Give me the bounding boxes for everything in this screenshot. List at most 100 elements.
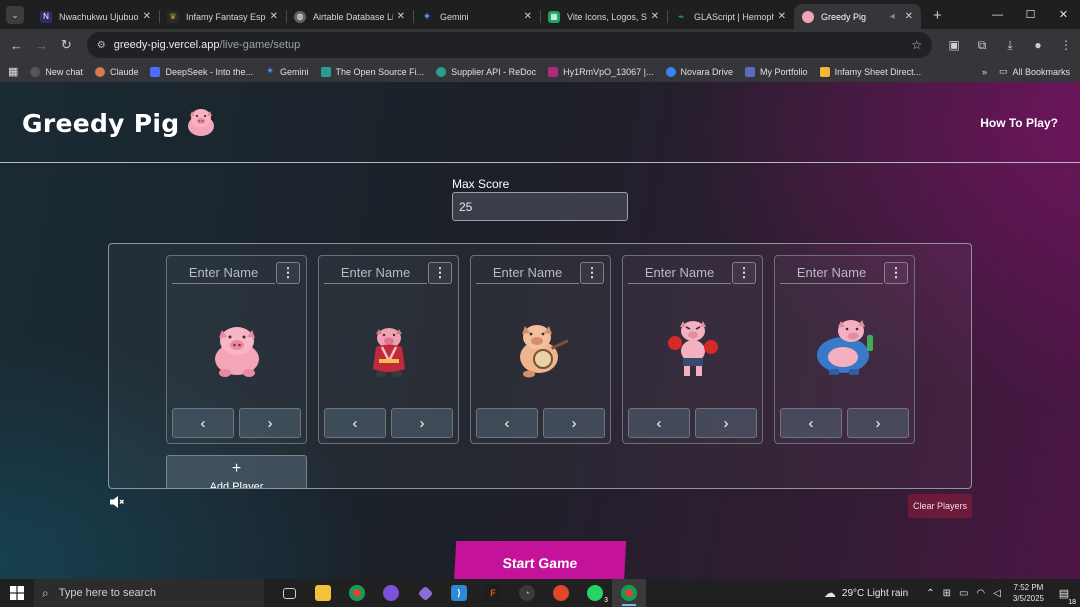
- whatsapp-icon[interactable]: 3: [578, 579, 612, 607]
- previous-avatar-button[interactable]: ‹: [324, 408, 386, 438]
- bookmark-item[interactable]: My Portfolio: [745, 66, 808, 77]
- system-tray: ⌃ ⊞ ▭ ◠ ◁: [922, 588, 1005, 599]
- previous-avatar-button[interactable]: ‹: [476, 408, 538, 438]
- openai-icon: [30, 66, 41, 77]
- notifications-icon[interactable]: ▤ 18: [1054, 587, 1076, 606]
- bookmark-star-icon[interactable]: ☆: [911, 38, 922, 52]
- weather-widget[interactable]: ☁ 29°C Light rain: [824, 586, 908, 600]
- bookmark-item[interactable]: The Open Source Fi...: [320, 66, 424, 77]
- close-tab-icon[interactable]: ✕: [397, 11, 405, 22]
- taskbar-search-box[interactable]: ⌕ Type here to search: [34, 579, 264, 607]
- site-info-icon[interactable]: ⚙: [97, 40, 106, 51]
- address-bar[interactable]: ⚙ greedy-pig.vercel.app/live-game/setup …: [86, 32, 933, 58]
- close-tab-icon[interactable]: ✕: [778, 11, 786, 22]
- close-tab-icon[interactable]: ✕: [651, 11, 659, 22]
- player-menu-button[interactable]: ⋮: [276, 262, 300, 284]
- next-avatar-button[interactable]: ›: [239, 408, 301, 438]
- windows-start-button[interactable]: [0, 579, 34, 607]
- bookmark-item[interactable]: New chat: [30, 66, 83, 77]
- previous-avatar-button[interactable]: ‹: [780, 408, 842, 438]
- apps-grid-icon[interactable]: ▦: [8, 65, 18, 78]
- close-window-icon[interactable]: ✕: [1047, 0, 1080, 29]
- figma-icon[interactable]: F: [476, 579, 510, 607]
- mute-tab-icon[interactable]: ◂: [890, 11, 895, 22]
- all-bookmarks-button[interactable]: ▭ All Bookmarks: [999, 66, 1070, 77]
- start-game-button[interactable]: Start Game: [453, 541, 627, 579]
- previous-avatar-button[interactable]: ‹: [172, 408, 234, 438]
- player-menu-button[interactable]: ⋮: [580, 262, 604, 284]
- player-menu-button[interactable]: ⋮: [732, 262, 756, 284]
- browser-tab[interactable]: ♛ Infamy Fantasy Esports ✕: [159, 4, 286, 29]
- chrome-icon[interactable]: [340, 579, 374, 607]
- obsidian-icon[interactable]: [408, 579, 442, 607]
- new-tab-button[interactable]: +: [933, 7, 942, 24]
- extension-icon[interactable]: ▣: [940, 38, 968, 53]
- battery-icon[interactable]: ▭: [959, 588, 968, 599]
- player-name-input[interactable]: [172, 261, 275, 284]
- bookmark-item[interactable]: Supplier API - ReDoc: [436, 66, 536, 77]
- app-icon[interactable]: [374, 579, 408, 607]
- max-score-input[interactable]: [452, 192, 628, 221]
- browser-tab[interactable]: ◍ Airtable Database Link ✕: [286, 4, 413, 29]
- player-card: ⋮ ‹ ›: [318, 255, 459, 444]
- bookmark-item[interactable]: DeepSeek - Into the...: [150, 66, 253, 77]
- next-avatar-button[interactable]: ›: [695, 408, 757, 438]
- vscode-icon[interactable]: ⟩: [442, 579, 476, 607]
- close-tab-icon[interactable]: ✕: [270, 11, 278, 22]
- pig-boxer-avatar: [668, 321, 718, 376]
- next-avatar-button[interactable]: ›: [391, 408, 453, 438]
- next-avatar-button[interactable]: ›: [847, 408, 909, 438]
- pig-sitting-avatar: [215, 327, 259, 377]
- app-logo-text[interactable]: Greedy Pig: [22, 109, 179, 138]
- claude-icon: [94, 66, 105, 77]
- close-tab-icon[interactable]: ✕: [905, 11, 913, 22]
- bookmark-label: Claude: [109, 66, 139, 77]
- meet-icon[interactable]: ⊞: [943, 588, 951, 599]
- player-menu-button[interactable]: ⋮: [884, 262, 908, 284]
- player-name-input[interactable]: [780, 261, 883, 284]
- next-avatar-button[interactable]: ›: [543, 408, 605, 438]
- add-player-button[interactable]: + Add Player: [166, 455, 307, 488]
- davinci-icon[interactable]: ◔: [510, 579, 544, 607]
- maximize-icon[interactable]: ☐: [1014, 0, 1047, 29]
- minimize-icon[interactable]: —: [981, 0, 1014, 29]
- chrome-active-icon[interactable]: [612, 579, 646, 607]
- bookmark-item[interactable]: Hy1RmVpO_13067 |...: [548, 66, 654, 77]
- player-name-input[interactable]: [324, 261, 427, 284]
- more-bookmarks-icon[interactable]: »: [982, 67, 987, 77]
- puzzle-icon[interactable]: ⧉: [968, 38, 996, 53]
- redoc-icon: [320, 66, 331, 77]
- speaker-icon[interactable]: [109, 494, 125, 510]
- chevron-up-icon[interactable]: ⌃: [926, 588, 934, 599]
- kebab-menu-icon[interactable]: ⋮: [1052, 38, 1080, 53]
- clear-players-button[interactable]: Clear Players: [908, 494, 972, 518]
- forward-icon[interactable]: →: [29, 38, 54, 53]
- bookmark-item[interactable]: Novara Drive: [665, 66, 733, 77]
- close-tab-icon[interactable]: ✕: [143, 11, 151, 22]
- browser-tab[interactable]: ⌁ GLAScript | Hemophilia ✕: [667, 4, 794, 29]
- taskbar-clock[interactable]: 7:52 PM 3/5/2025: [1013, 582, 1044, 604]
- close-tab-icon[interactable]: ✕: [524, 11, 532, 22]
- app-icon[interactable]: [544, 579, 578, 607]
- previous-avatar-button[interactable]: ‹: [628, 408, 690, 438]
- task-view-icon[interactable]: [272, 579, 306, 607]
- bookmark-item[interactable]: Claude: [94, 66, 139, 77]
- tab-search-button[interactable]: ⌄: [6, 6, 24, 24]
- how-to-play-link[interactable]: How To Play?: [980, 116, 1058, 130]
- browser-tab[interactable]: N Nwachukwu Ujubuonu ✕: [32, 4, 159, 29]
- bookmark-item[interactable]: Infamy Sheet Direct...: [819, 66, 921, 77]
- browser-tab[interactable]: ▦ Vite Icons, Logos, Symbols ✕: [540, 4, 667, 29]
- browser-tab-active[interactable]: Greedy Pig ◂ ✕: [794, 4, 921, 29]
- volume-icon[interactable]: ◁: [993, 588, 1001, 599]
- wifi-icon[interactable]: ◠: [976, 588, 985, 599]
- back-icon[interactable]: ←: [4, 38, 29, 53]
- file-explorer-icon[interactable]: [306, 579, 340, 607]
- player-name-input[interactable]: [476, 261, 579, 284]
- bookmark-item[interactable]: ✦ Gemini: [265, 66, 309, 77]
- profile-avatar[interactable]: ●: [1024, 38, 1052, 53]
- reload-icon[interactable]: ↻: [54, 37, 79, 53]
- download-icon[interactable]: ⤓: [996, 38, 1024, 53]
- player-name-input[interactable]: [628, 261, 731, 284]
- browser-tab[interactable]: ✦ Gemini ✕: [413, 4, 540, 29]
- player-menu-button[interactable]: ⋮: [428, 262, 452, 284]
